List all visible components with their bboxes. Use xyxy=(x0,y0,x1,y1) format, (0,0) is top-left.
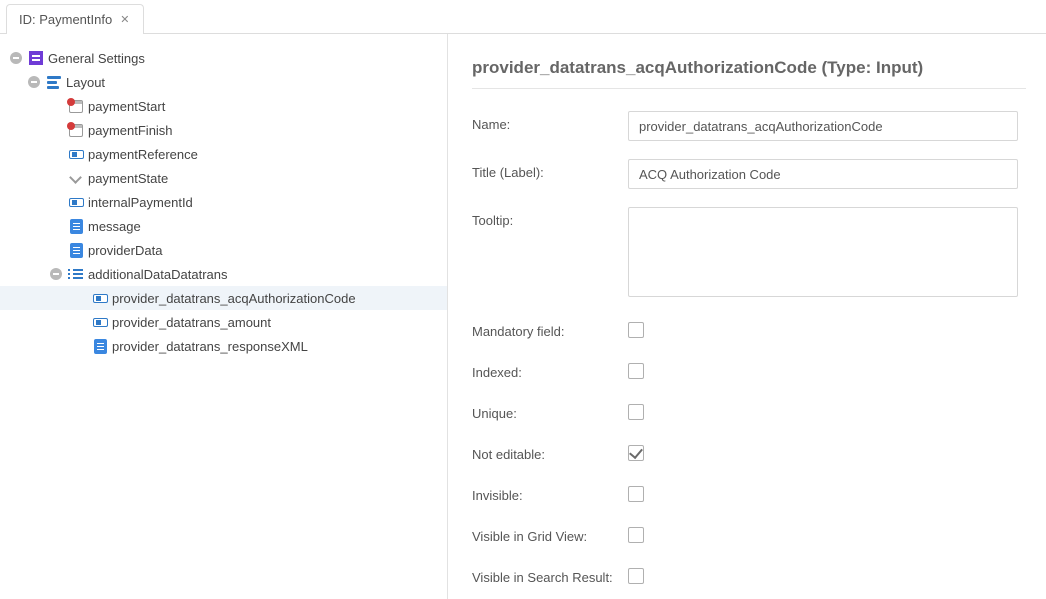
tab-paymentinfo[interactable]: ID: PaymentInfo ✕ xyxy=(6,4,144,34)
unique-checkbox[interactable] xyxy=(628,404,644,420)
text-icon xyxy=(68,218,84,234)
tree-label: Layout xyxy=(66,75,105,90)
calendar-icon xyxy=(68,122,84,138)
tree-additional[interactable]: additionalDataDatatrans xyxy=(0,262,447,286)
tree-label: provider_datatrans_amount xyxy=(112,315,271,330)
tab-bar: ID: PaymentInfo ✕ xyxy=(0,0,1046,34)
tree-item[interactable]: providerData xyxy=(0,238,447,262)
input-icon xyxy=(92,314,108,330)
tooltip-field[interactable] xyxy=(628,207,1018,297)
visible-grid-checkbox[interactable] xyxy=(628,527,644,543)
tree-label: providerData xyxy=(88,243,162,258)
detail-panel: provider_datatrans_acqAuthorizationCode … xyxy=(448,34,1046,599)
label-indexed: Indexed: xyxy=(472,359,628,380)
tree-item[interactable]: internalPaymentId xyxy=(0,190,447,214)
label-title: Title (Label): xyxy=(472,159,628,180)
tree-item[interactable]: provider_datatrans_amount xyxy=(0,310,447,334)
label-tooltip: Tooltip: xyxy=(472,207,628,228)
label-mandatory: Mandatory field: xyxy=(472,318,628,339)
tree-item[interactable]: message xyxy=(0,214,447,238)
input-icon xyxy=(68,146,84,162)
title-field[interactable] xyxy=(628,159,1018,189)
calendar-icon xyxy=(68,98,84,114)
label-name: Name: xyxy=(472,111,628,132)
input-icon xyxy=(92,290,108,306)
tree-label: paymentFinish xyxy=(88,123,173,138)
list-icon xyxy=(68,266,84,282)
tree-item[interactable]: paymentState xyxy=(0,166,447,190)
label-unique: Unique: xyxy=(472,400,628,421)
tab-label: ID: PaymentInfo xyxy=(19,12,112,27)
text-icon xyxy=(68,242,84,258)
tree-label: paymentState xyxy=(88,171,168,186)
tree-layout[interactable]: Layout xyxy=(0,70,447,94)
page-title: provider_datatrans_acqAuthorizationCode … xyxy=(472,58,1026,89)
collapse-icon[interactable] xyxy=(48,266,64,282)
visible-search-checkbox[interactable] xyxy=(628,568,644,584)
tree-general-settings[interactable]: General Settings xyxy=(0,46,447,70)
close-icon[interactable]: ✕ xyxy=(118,13,131,26)
chevron-down-icon xyxy=(68,170,84,186)
tree-label: additionalDataDatatrans xyxy=(88,267,227,282)
mandatory-checkbox[interactable] xyxy=(628,322,644,338)
label-visible-grid: Visible in Grid View: xyxy=(472,523,628,544)
tree-item[interactable]: paymentStart xyxy=(0,94,447,118)
tree-item[interactable]: paymentFinish xyxy=(0,118,447,142)
tree-label: provider_datatrans_responseXML xyxy=(112,339,308,354)
tree-label: internalPaymentId xyxy=(88,195,193,210)
indexed-checkbox[interactable] xyxy=(628,363,644,379)
tree-label: provider_datatrans_acqAuthorizationCode xyxy=(112,291,356,306)
tree-label: paymentStart xyxy=(88,99,165,114)
collapse-icon[interactable] xyxy=(8,50,24,66)
label-invisible: Invisible: xyxy=(472,482,628,503)
layout-icon xyxy=(46,74,62,90)
name-field[interactable] xyxy=(628,111,1018,141)
invisible-checkbox[interactable] xyxy=(628,486,644,502)
tree-item[interactable]: provider_datatrans_responseXML xyxy=(0,334,447,358)
settings-icon xyxy=(28,50,44,66)
label-visible-search: Visible in Search Result: xyxy=(472,564,628,585)
tree-item[interactable]: paymentReference xyxy=(0,142,447,166)
text-icon xyxy=(92,338,108,354)
tree-item[interactable]: provider_datatrans_acqAuthorizationCode xyxy=(0,286,447,310)
tree-label: paymentReference xyxy=(88,147,198,162)
tree-label: General Settings xyxy=(48,51,145,66)
label-not-editable: Not editable: xyxy=(472,441,628,462)
not-editable-checkbox[interactable] xyxy=(628,445,644,461)
collapse-icon[interactable] xyxy=(26,74,42,90)
tree-label: message xyxy=(88,219,141,234)
input-icon xyxy=(68,194,84,210)
tree-panel: General Settings Layout paymentStart paym… xyxy=(0,34,448,599)
